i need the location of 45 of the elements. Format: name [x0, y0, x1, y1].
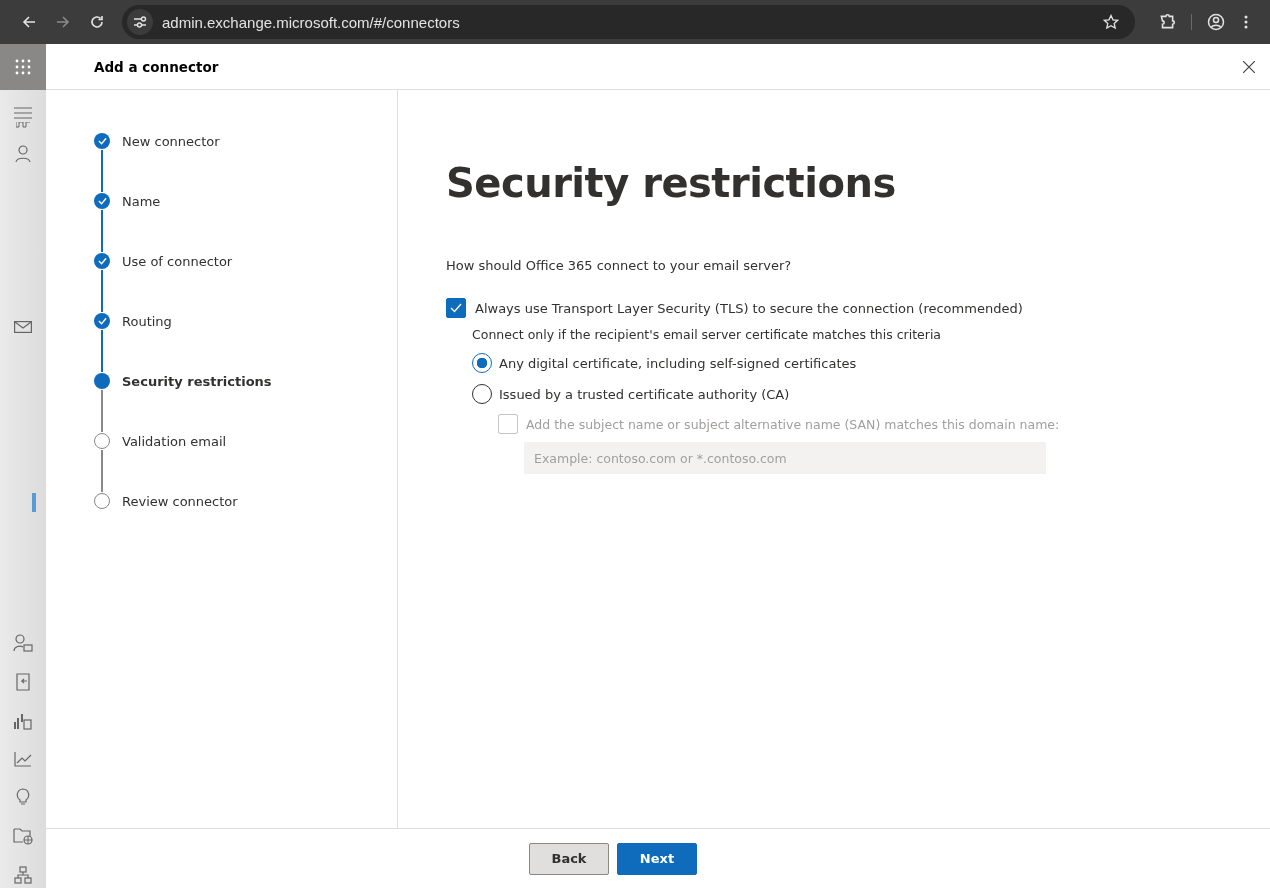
waffle-icon — [15, 59, 31, 75]
check-icon — [97, 257, 107, 265]
line-chart-icon[interactable] — [14, 751, 32, 767]
check-icon — [97, 317, 107, 325]
site-settings-icon[interactable] — [132, 14, 148, 30]
more-icon[interactable] — [1243, 14, 1249, 30]
person-briefcase-icon[interactable] — [13, 634, 33, 652]
page-heading: Security restrictions — [446, 160, 897, 206]
step-label[interactable]: Review connector — [122, 493, 238, 509]
folder-globe-icon[interactable] — [13, 827, 33, 845]
org-chart-icon[interactable] — [14, 866, 32, 884]
reload-icon[interactable] — [89, 14, 105, 30]
forward-icon[interactable] — [55, 14, 71, 30]
radio-label: Issued by a trusted certificate authority (CA) — [499, 386, 790, 402]
back-button[interactable]: Back — [529, 842, 609, 875]
star-icon[interactable] — [1103, 14, 1119, 30]
step-label[interactable]: Name — [122, 193, 161, 209]
check-icon — [97, 197, 107, 205]
step-label[interactable]: Routing — [122, 313, 172, 329]
mail-icon[interactable] — [14, 321, 32, 333]
question-text: How should Office 365 connect to your email server? — [446, 258, 793, 273]
radio-label: Any digital certificate, including self-signed certificates — [499, 355, 857, 371]
check-icon — [450, 303, 462, 313]
devices-chart-icon[interactable] — [14, 712, 32, 730]
panel-title: Add a connector — [94, 58, 219, 75]
next-button[interactable]: Next — [617, 842, 697, 875]
lightbulb-icon[interactable] — [16, 788, 30, 806]
step-label[interactable]: Validation email — [122, 433, 227, 449]
checkbox-label: Add the subject name or subject alternative name (SAN) matches this domain name: — [526, 416, 1060, 432]
profile-icon[interactable] — [1207, 13, 1225, 31]
step-label[interactable]: New connector — [122, 133, 220, 149]
scroll-indicator — [32, 493, 36, 512]
check-icon — [97, 137, 107, 145]
puzzle-icon[interactable] — [1158, 13, 1176, 31]
close-icon[interactable] — [1243, 60, 1255, 73]
checkbox-label: Always use Transport Layer Security (TLS) to secure the connection (recommended) — [475, 300, 1023, 316]
radio-button[interactable] — [472, 353, 492, 373]
person-icon[interactable] — [15, 145, 31, 163]
pulse-icon[interactable] — [16, 122, 30, 128]
checkbox[interactable] — [446, 298, 466, 318]
back-icon[interactable] — [21, 14, 37, 30]
step-label[interactable]: Security restrictions — [122, 373, 272, 389]
step-label[interactable]: Use of connector — [122, 253, 233, 269]
address-bar[interactable]: admin.exchange.microsoft.com/#/connectors — [122, 5, 1135, 39]
criteria-text: Connect only if the recipient's email server certificate matches this criteria — [472, 327, 943, 342]
